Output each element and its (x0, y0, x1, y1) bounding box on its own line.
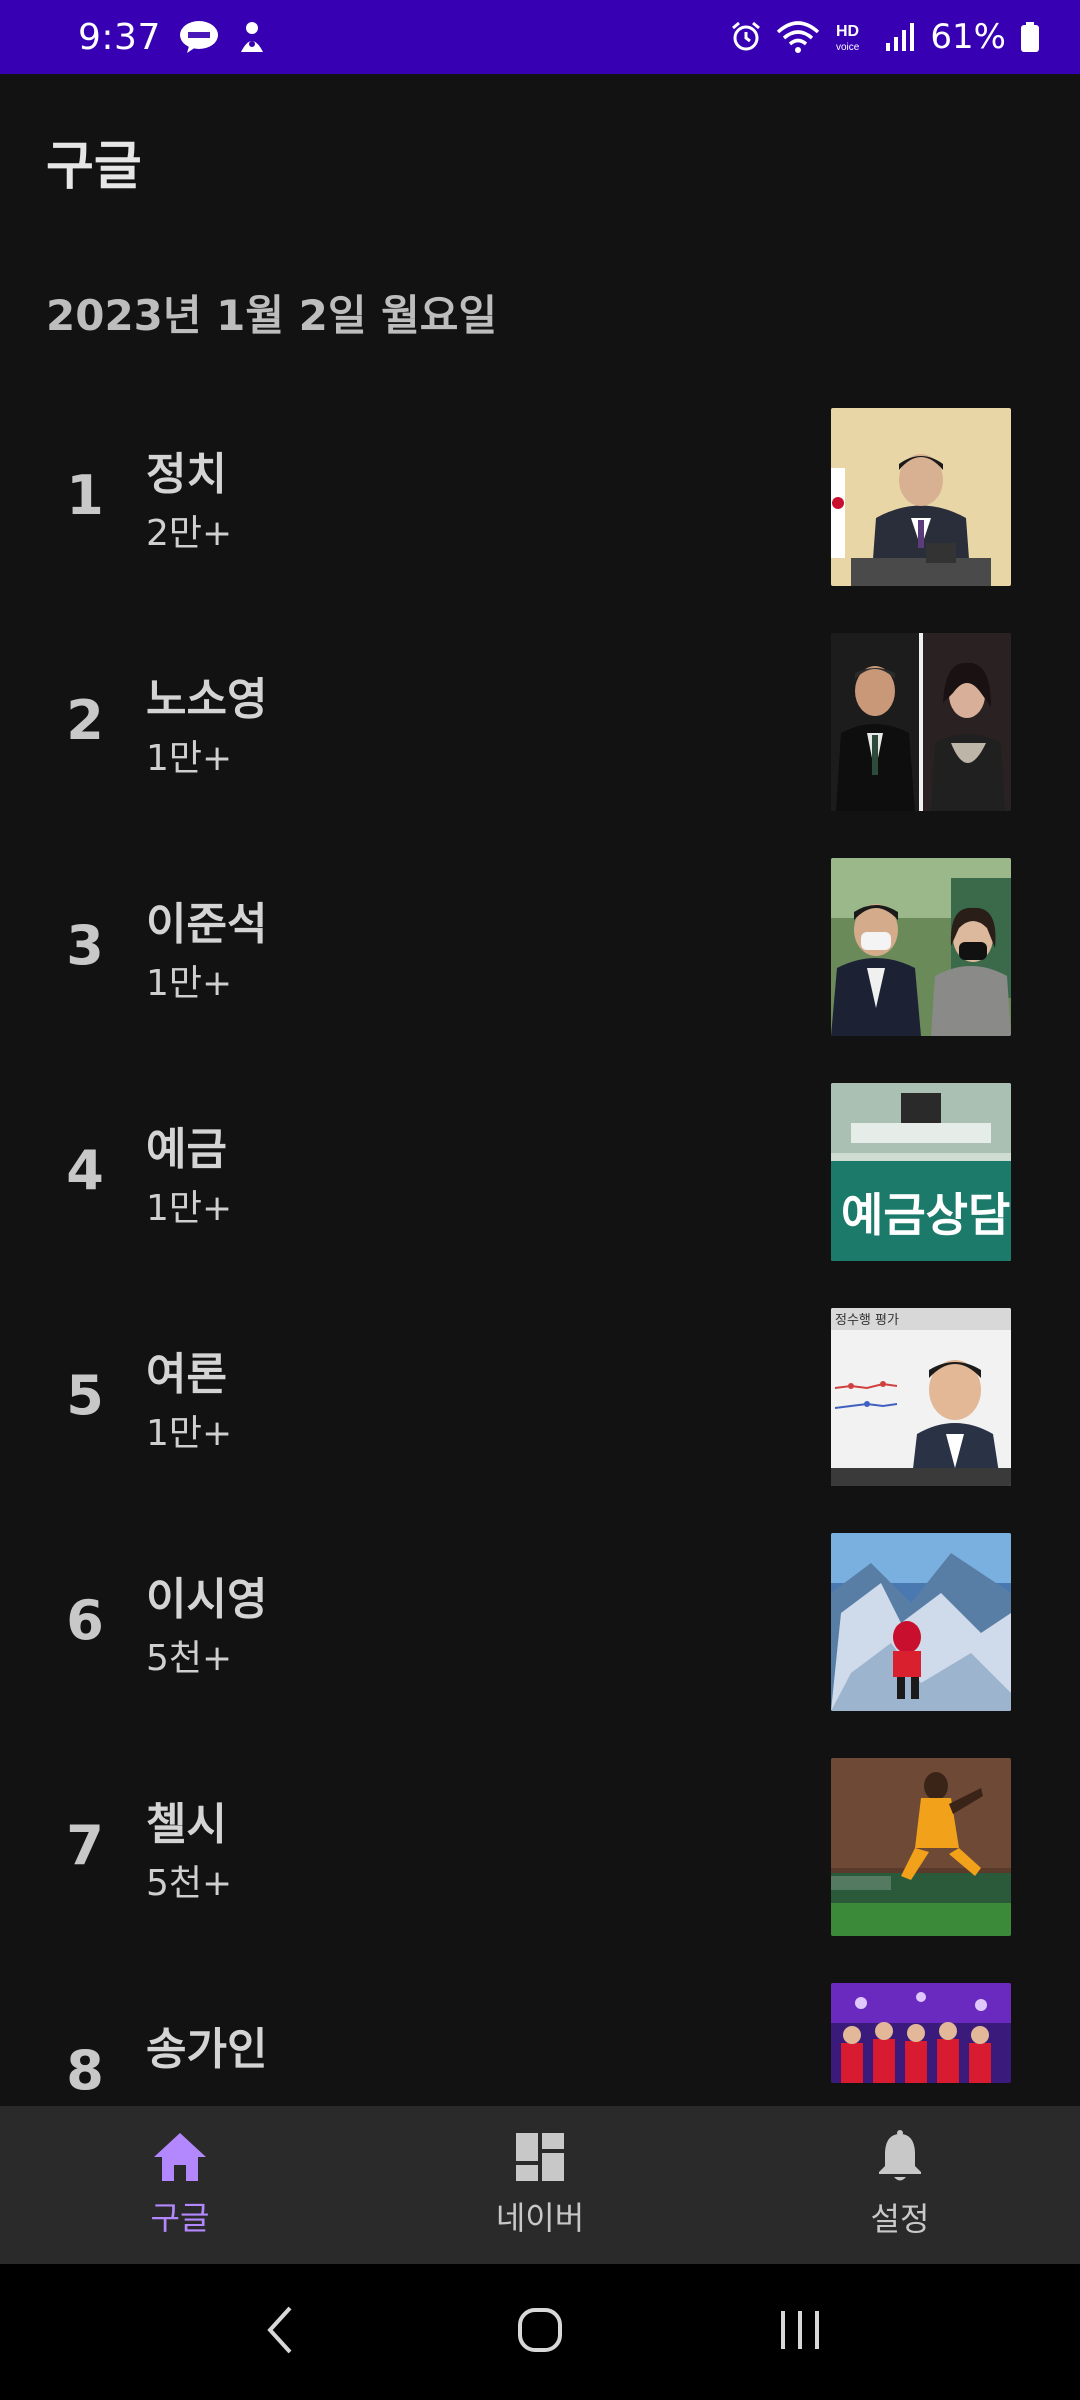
chevron-left-icon (260, 2302, 300, 2362)
search-count: 5천+ (146, 1638, 233, 1679)
back-button[interactable] (230, 2292, 330, 2372)
nav-item-settings[interactable]: 설정 (720, 2106, 1080, 2264)
keyword: 노소영 (146, 674, 268, 725)
search-count: 1만+ (146, 963, 233, 1004)
nav-item-google[interactable]: 구글 (0, 2106, 360, 2264)
alarm-icon (730, 21, 762, 53)
screen: 9:37 HD voice 61% 구글 2023년 1월 2일 월요일 1 정… (0, 0, 1080, 2400)
circle-home-icon (515, 2305, 565, 2359)
status-bar: 9:37 HD voice 61% (0, 0, 1080, 74)
nav-item-naver[interactable]: 네이버 (360, 2106, 720, 2264)
keyword: 첼시 (146, 1799, 227, 1850)
nav-label-google: 구글 (150, 2199, 210, 2237)
keyword: 정치 (146, 449, 227, 500)
hd-voice-icon: HD voice (834, 20, 870, 54)
wifi-icon (776, 20, 820, 54)
rank-number: 8 (66, 2039, 104, 2102)
list-item[interactable]: 4 예금 1만+ 예금상담 (0, 1075, 1080, 1261)
talk-icon (179, 20, 219, 54)
thumbnail-image[interactable]: 정수행 평가 (831, 1308, 1011, 1486)
rank-number: 5 (66, 1364, 104, 1427)
system-navigation-bar (0, 2264, 1080, 2400)
home-button[interactable] (490, 2292, 590, 2372)
svg-text:HD: HD (836, 23, 859, 40)
thumbnail-image[interactable] (831, 858, 1011, 1036)
keyword: 송가인 (146, 2024, 268, 2075)
battery-icon (1020, 21, 1040, 53)
keyword: 예금 (146, 1124, 227, 1175)
status-bar-right: HD voice 61% (730, 17, 1040, 57)
rank-number: 4 (66, 1139, 104, 1202)
list-item[interactable]: 3 이준석 1만+ (0, 850, 1080, 1036)
search-count: 1만+ (146, 1413, 233, 1454)
list-item[interactable]: 1 정치 2만+ (0, 400, 1080, 586)
thumbnail-image[interactable] (831, 1533, 1011, 1711)
list-item[interactable]: 2 노소영 1만+ (0, 625, 1080, 811)
status-bar-left: 9:37 (78, 17, 267, 58)
nav-label-naver: 네이버 (495, 2199, 585, 2237)
status-time: 9:37 (78, 16, 161, 58)
nav-label-settings: 설정 (870, 2200, 930, 2238)
thumbnail-image[interactable] (831, 1983, 1011, 2083)
battery-percent: 61% (930, 17, 1006, 57)
thumbnail-image[interactable] (831, 633, 1011, 811)
poll-header-text: 정수행 평가 (835, 1312, 899, 1328)
search-count: 2만+ (146, 513, 233, 554)
search-count: 5천+ (146, 1863, 233, 1904)
rank-number: 6 (66, 1589, 104, 1652)
search-count: 1만+ (146, 738, 233, 779)
list-item[interactable]: 6 이시영 5천+ (0, 1525, 1080, 1711)
list-item[interactable]: 8 송가인 (0, 1975, 1080, 2105)
list-item[interactable]: 7 첼시 5천+ (0, 1750, 1080, 1936)
thumbnail-image[interactable] (831, 408, 1011, 586)
svg-text:voice: voice (836, 42, 860, 53)
dashboard-icon (514, 2131, 566, 2187)
thumbnail-image[interactable] (831, 1758, 1011, 1936)
recents-button[interactable] (750, 2292, 850, 2372)
bell-icon (876, 2130, 924, 2188)
bottom-navigation: 구글 네이버 설정 (0, 2106, 1080, 2264)
home-icon (152, 2131, 208, 2187)
rank-number: 2 (66, 689, 104, 752)
thumbnail-image[interactable]: 예금상담 (831, 1083, 1011, 1261)
rank-number: 1 (66, 464, 104, 527)
deposit-sign-text: 예금상담 (841, 1188, 1010, 1242)
assistant-icon (237, 20, 267, 54)
keyword: 여론 (146, 1349, 227, 1400)
list-item[interactable]: 5 여론 1만+ 정수행 평가 (0, 1300, 1080, 1486)
search-count: 1만+ (146, 1188, 233, 1229)
recents-icon (775, 2307, 825, 2357)
signal-icon (884, 21, 916, 53)
page-title: 구글 (46, 137, 142, 197)
rank-number: 7 (66, 1814, 104, 1877)
rank-number: 3 (66, 914, 104, 977)
keyword: 이시영 (146, 1574, 268, 1625)
date-label: 2023년 1월 2일 월요일 (46, 291, 498, 340)
trend-list[interactable]: 1 정치 2만+ 2 노소영 1만+ 3 이준석 1만+ 4 예금 1만+ 예금… (0, 400, 1080, 2105)
keyword: 이준석 (146, 899, 268, 950)
